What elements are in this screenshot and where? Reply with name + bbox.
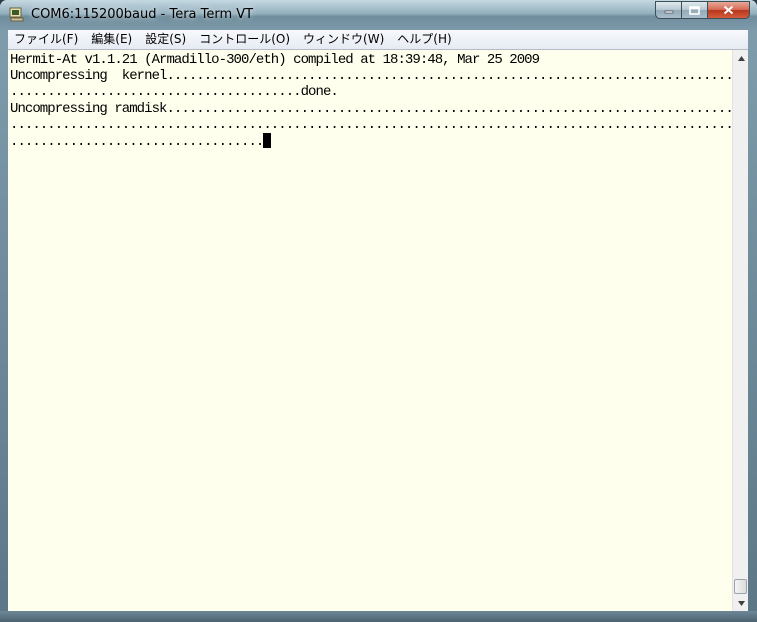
terminal-line: Hermit-At v1.1.21 (Armadillo-300/eth) co… <box>10 52 540 68</box>
window-title: COM6:115200baud - Tera Term VT <box>31 7 254 22</box>
menu-help[interactable]: ヘルプ(H) <box>391 30 457 49</box>
menu-bar: ファイル(F) 編集(E) 設定(S) コントロール(O) ウィンドウ(W) ヘ… <box>8 30 748 50</box>
caption-buttons <box>655 1 750 19</box>
vertical-scrollbar[interactable] <box>732 50 748 611</box>
scroll-down-arrow-icon <box>737 600 745 606</box>
terminal-output: Hermit-At v1.1.21 (Armadillo-300/eth) co… <box>10 52 732 150</box>
scroll-up-button[interactable] <box>733 50 749 66</box>
close-icon <box>723 5 734 15</box>
menu-edit[interactable]: 編集(E) <box>85 30 138 49</box>
menu-file[interactable]: ファイル(F) <box>8 30 84 49</box>
title-bar[interactable]: COM6:115200baud - Tera Term VT <box>0 0 757 30</box>
close-button[interactable] <box>707 1 750 19</box>
tera-term-window: COM6:115200baud - Tera Term VT ファイル(F) 編… <box>0 0 757 622</box>
terminal-line: Uncompressing kernel....................… <box>10 68 732 85</box>
minimize-icon <box>664 10 673 14</box>
terminal-cursor <box>263 133 272 149</box>
scroll-up-arrow-icon <box>737 55 745 61</box>
menu-window[interactable]: ウィンドウ(W) <box>297 30 390 49</box>
terminal-line: ........................................… <box>10 116 732 133</box>
scroll-thumb[interactable] <box>734 579 747 594</box>
menu-control[interactable]: コントロール(O) <box>193 30 296 49</box>
tera-term-app-icon[interactable] <box>9 7 24 22</box>
window-bottom-border <box>0 611 757 622</box>
minimize-button[interactable] <box>655 1 681 19</box>
terminal-line: .................................. <box>10 134 264 151</box>
maximize-button[interactable] <box>681 1 707 19</box>
scroll-down-button[interactable] <box>733 595 749 611</box>
terminal-screen[interactable]: Hermit-At v1.1.21 (Armadillo-300/eth) co… <box>8 50 732 611</box>
menu-setup[interactable]: 設定(S) <box>139 30 192 49</box>
maximize-icon <box>689 5 700 15</box>
terminal-line: Uncompressing ramdisk...................… <box>10 100 732 117</box>
terminal-line: .......................................d… <box>10 84 339 101</box>
